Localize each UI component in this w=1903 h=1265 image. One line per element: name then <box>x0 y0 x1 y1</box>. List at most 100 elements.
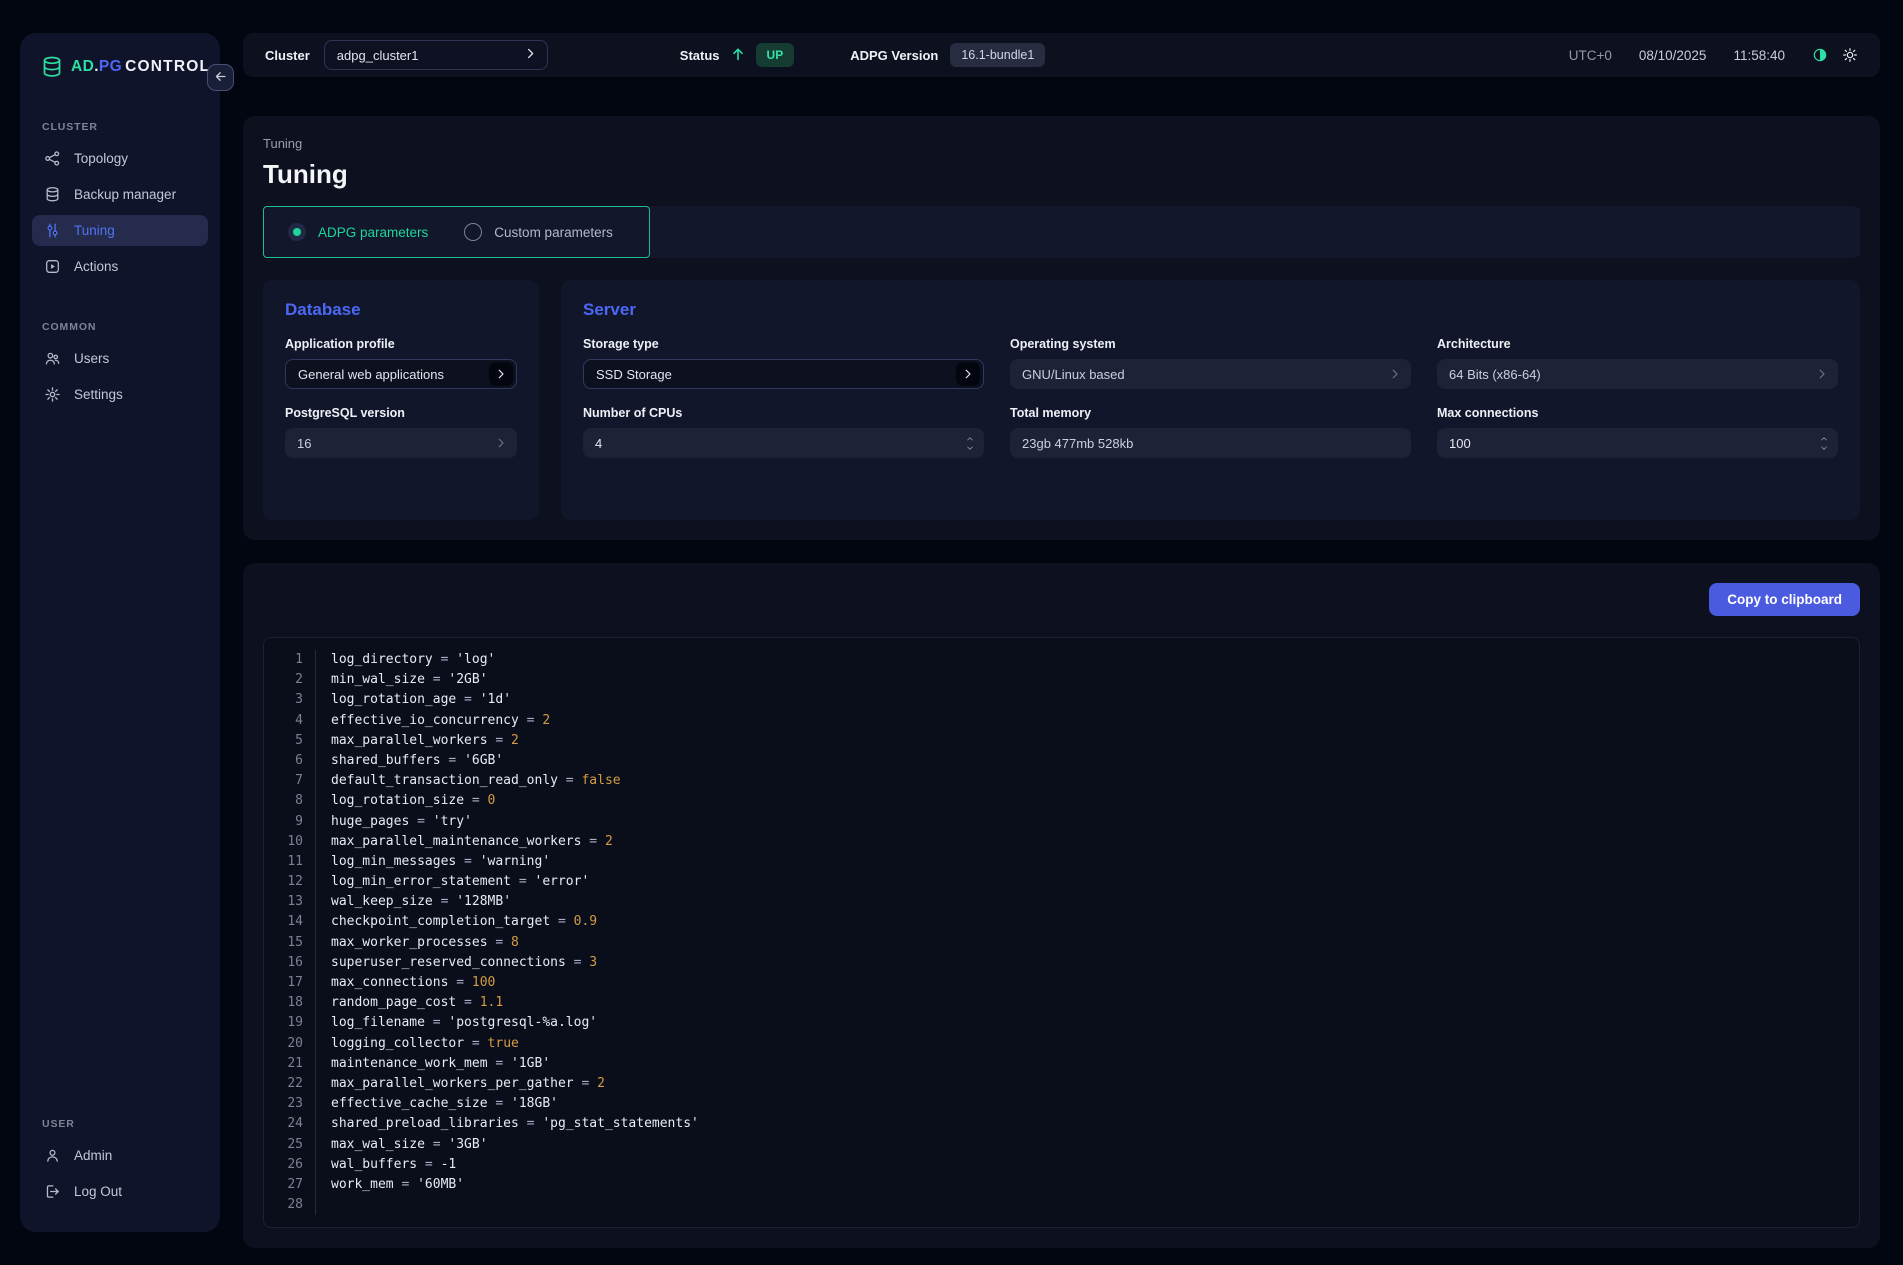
param-name: checkpoint_completion_target <box>331 914 550 929</box>
param-value: '6GB' <box>464 753 503 768</box>
sidebar: AD.PGCONTROL CLUSTERTopologyBackup manag… <box>20 33 220 1232</box>
server-card-title: Server <box>583 300 1838 320</box>
tuning-card: Tuning Tuning ADPG parametersCustom para… <box>243 116 1880 540</box>
chevron-down-icon[interactable] <box>964 444 976 452</box>
chevron-down-icon[interactable] <box>1818 444 1830 452</box>
equals-separator: = <box>464 1036 487 1051</box>
version-badge: 16.1-bundle1 <box>950 43 1045 67</box>
time-text: 11:58:40 <box>1733 48 1785 63</box>
code-line: checkpoint_completion_target = 0.9 <box>331 912 699 932</box>
param-value: 1.1 <box>480 995 503 1010</box>
sidebar-item-users[interactable]: Users <box>32 343 208 374</box>
line-number: 13 <box>264 892 303 912</box>
sidebar-item-settings[interactable]: Settings <box>32 379 208 410</box>
chevron-up-icon[interactable] <box>964 435 976 443</box>
light-mode-sun-icon[interactable] <box>1842 47 1858 63</box>
param-name: default_transaction_read_only <box>331 773 558 788</box>
radio-selected-icon <box>288 223 306 241</box>
app-root: AD.PGCONTROL CLUSTERTopologyBackup manag… <box>0 0 1903 1265</box>
field-control-postgresql-version[interactable]: 16 <box>285 428 517 458</box>
code-line: superuser_reserved_connections = 3 <box>331 953 699 973</box>
code-line: max_connections = 100 <box>331 973 699 993</box>
code-line: max_parallel_maintenance_workers = 2 <box>331 832 699 852</box>
field-value: 100 <box>1449 436 1818 451</box>
cluster-select[interactable]: adpg_cluster1 <box>324 40 548 70</box>
chevron-right-icon <box>1389 368 1401 380</box>
equals-separator: = <box>417 1157 440 1172</box>
param-name: maintenance_work_mem <box>331 1056 488 1071</box>
equals-separator: = <box>488 733 511 748</box>
sidebar-item-label: Backup manager <box>74 187 176 202</box>
field-total-memory: Total memory23gb 477mb 528kb <box>1010 389 1411 458</box>
sidebar-item-label: Users <box>74 351 109 366</box>
field-control-number-of-cpus[interactable]: 4 <box>583 428 984 458</box>
chevron-up-icon[interactable] <box>1818 435 1830 443</box>
field-value: 16 <box>297 436 495 451</box>
chevron-right-icon <box>489 362 513 386</box>
field-value: SSD Storage <box>596 367 956 382</box>
line-number: 22 <box>264 1074 303 1094</box>
field-operating-system: Operating systemGNU/Linux based <box>1010 320 1411 389</box>
logout-icon <box>44 1183 61 1200</box>
field-value: 23gb 477mb 528kb <box>1022 436 1399 451</box>
logo: AD.PGCONTROL <box>32 55 208 79</box>
param-value: 2 <box>605 834 613 849</box>
sidebar-item-actions[interactable]: Actions <box>32 251 208 282</box>
radio-option-custom-parameters[interactable]: Custom parameters <box>464 223 613 241</box>
sidebar-collapse-button[interactable] <box>207 64 234 91</box>
settings-icon <box>44 386 61 403</box>
line-number: 19 <box>264 1013 303 1033</box>
field-control-application-profile[interactable]: General web applications <box>285 359 517 389</box>
number-stepper[interactable] <box>964 435 976 452</box>
sidebar-nav: CLUSTERTopologyBackup managerTuningActio… <box>32 121 208 1212</box>
line-number: 27 <box>264 1175 303 1195</box>
sidebar-item-label: Tuning <box>74 223 115 238</box>
copy-to-clipboard-button[interactable]: Copy to clipboard <box>1709 583 1860 616</box>
field-control-max-connections[interactable]: 100 <box>1437 428 1838 458</box>
field-control-storage-type[interactable]: SSD Storage <box>583 359 984 389</box>
param-value: 'warning' <box>480 854 550 869</box>
field-label: Storage type <box>583 337 984 351</box>
line-number: 8 <box>264 791 303 811</box>
radio-option-adpg-parameters[interactable]: ADPG parameters <box>288 223 428 241</box>
code-line: log_rotation_age = '1d' <box>331 690 699 710</box>
sidebar-item-backup-manager[interactable]: Backup manager <box>32 179 208 210</box>
field-control-operating-system[interactable]: GNU/Linux based <box>1010 359 1411 389</box>
param-value: 2 <box>597 1076 605 1091</box>
field-label: Max connections <box>1437 406 1838 420</box>
equals-separator: = <box>519 713 542 728</box>
param-name: superuser_reserved_connections <box>331 955 566 970</box>
database-fields: Application profileGeneral web applicati… <box>285 337 517 458</box>
param-name: max_parallel_maintenance_workers <box>331 834 581 849</box>
line-number: 7 <box>264 771 303 791</box>
theme-contrast-icon[interactable] <box>1812 47 1828 63</box>
sidebar-item-tuning[interactable]: Tuning <box>32 215 208 246</box>
config-code-lines: log_directory = 'log'min_wal_size = '2GB… <box>316 650 699 1215</box>
equals-separator: = <box>456 995 479 1010</box>
line-number: 21 <box>264 1054 303 1074</box>
equals-separator: = <box>425 1015 448 1030</box>
page-title: Tuning <box>263 159 1860 190</box>
sidebar-item-admin[interactable]: Admin <box>32 1140 208 1171</box>
field-control-architecture[interactable]: 64 Bits (x86-64) <box>1437 359 1838 389</box>
param-value: 'log' <box>456 652 495 667</box>
code-line: min_wal_size = '2GB' <box>331 670 699 690</box>
param-name: effective_io_concurrency <box>331 713 519 728</box>
sidebar-item-log-out[interactable]: Log Out <box>32 1176 208 1207</box>
equals-separator: = <box>511 874 534 889</box>
line-number: 2 <box>264 670 303 690</box>
chevron-right-icon <box>956 362 980 386</box>
chevron-right-icon <box>495 437 507 449</box>
param-name: wal_buffers <box>331 1157 417 1172</box>
equals-separator: = <box>456 854 479 869</box>
date-text: 08/10/2025 <box>1639 48 1707 63</box>
sidebar-item-topology[interactable]: Topology <box>32 143 208 174</box>
status-group: Status UP <box>680 43 794 67</box>
param-name: shared_preload_libraries <box>331 1116 519 1131</box>
param-value: 8 <box>511 935 519 950</box>
topology-icon <box>44 150 61 167</box>
number-stepper[interactable] <box>1818 435 1830 452</box>
equals-separator: = <box>394 1177 417 1192</box>
equals-separator: = <box>448 975 471 990</box>
line-number: 11 <box>264 852 303 872</box>
